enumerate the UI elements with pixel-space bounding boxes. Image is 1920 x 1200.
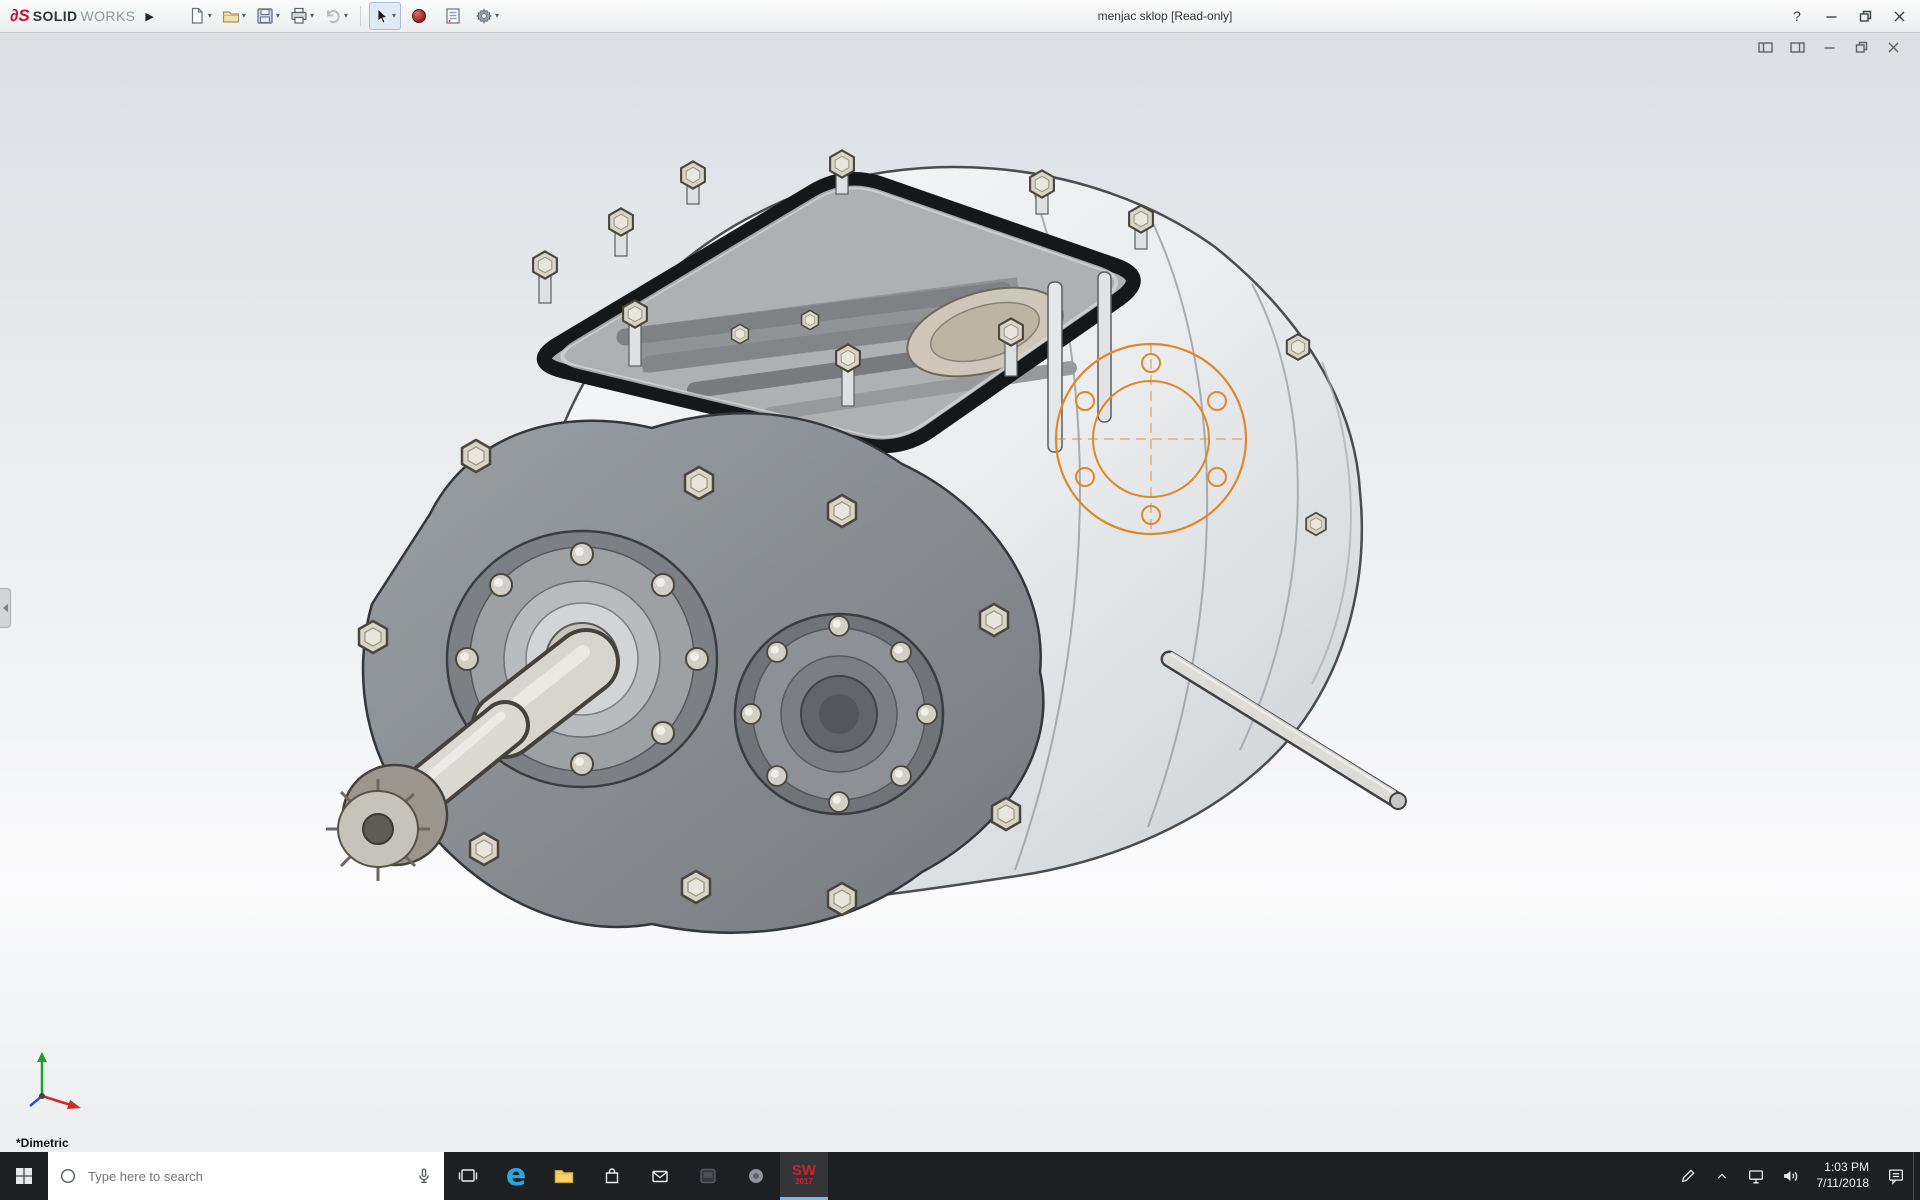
- minimize-button[interactable]: [1814, 3, 1848, 29]
- view-orientation-label: *Dimetric: [16, 1136, 69, 1150]
- ink-workspace-button[interactable]: [1671, 1152, 1705, 1200]
- report-sheet-icon: [446, 8, 460, 24]
- menu-flyout-arrow[interactable]: ▶: [143, 8, 161, 25]
- solidworks-logo: ∂S SOLID WORKS: [0, 6, 143, 26]
- system-tray: 1:03 PM 7/11/2018: [1671, 1152, 1920, 1200]
- new-document-caret-icon: ▾: [207, 11, 212, 20]
- print-button[interactable]: ▾: [286, 2, 318, 30]
- microphone-icon[interactable]: [414, 1166, 434, 1186]
- select-tool-caret-icon: ▾: [391, 11, 396, 20]
- store-icon: [605, 1168, 619, 1184]
- report-button[interactable]: [437, 2, 469, 30]
- mail-button[interactable]: [636, 1152, 684, 1200]
- window-controls: ?: [1780, 0, 1916, 32]
- pinned-app-icon-2: [749, 1169, 763, 1183]
- pen-icon: [1681, 1169, 1695, 1183]
- volume-button[interactable]: [1773, 1152, 1807, 1200]
- open-document-button[interactable]: ▾: [218, 2, 250, 30]
- doc-restore-icon: [1855, 41, 1867, 53]
- undo-icon: [326, 10, 340, 24]
- orientation-triad[interactable]: [18, 1048, 88, 1118]
- solidworks-taskbar-button[interactable]: SW 2017: [780, 1152, 828, 1200]
- appearance-button[interactable]: [403, 2, 435, 30]
- solidworks-app-icon: SW: [791, 1162, 817, 1179]
- windows-logo-icon: [16, 1168, 32, 1184]
- print-icon: [291, 7, 307, 24]
- undo-caret-icon: ▾: [343, 11, 348, 20]
- graphics-area[interactable]: *Dimetric: [0, 32, 1920, 1152]
- select-tool-button[interactable]: ▾: [368, 2, 401, 30]
- file-explorer-icon: [554, 1170, 574, 1184]
- solidworks-year-label: 2017: [795, 1177, 813, 1186]
- options-button[interactable]: ▾: [471, 2, 503, 30]
- pane-left-button[interactable]: [1752, 37, 1778, 57]
- new-document-icon: [191, 7, 203, 24]
- search-input[interactable]: [86, 1167, 406, 1185]
- pane-right-icon: [1789, 41, 1805, 53]
- new-document-button[interactable]: ▾: [184, 2, 216, 30]
- close-button[interactable]: [1882, 3, 1916, 29]
- edge-button[interactable]: e: [492, 1152, 540, 1200]
- ds-logo-icon: ∂S: [10, 6, 30, 25]
- minimize-icon: [1826, 15, 1836, 18]
- speaker-icon: [1783, 1171, 1797, 1181]
- save-icon: [257, 8, 273, 24]
- task-view-button[interactable]: [444, 1152, 492, 1200]
- inspection-cover[interactable]: [733, 612, 945, 816]
- pinned-app-icon-1: [700, 1168, 716, 1184]
- titlebar: ∂S SOLID WORKS ▶ ▾ ▾ ▾ ▾ ▾ ▾ ▾ menjac sk…: [0, 0, 1920, 33]
- close-icon: [1894, 11, 1904, 21]
- pinned-app-button-1[interactable]: [684, 1152, 732, 1200]
- pinned-app-button-2[interactable]: [732, 1152, 780, 1200]
- appearance-sphere-icon: [411, 9, 426, 23]
- taskbar-clock[interactable]: 1:03 PM 7/11/2018: [1807, 1152, 1880, 1200]
- standard-toolbar: ▾ ▾ ▾ ▾ ▾ ▾ ▾: [184, 2, 503, 30]
- brand-name-light: WORKS: [80, 8, 136, 24]
- restore-button[interactable]: [1848, 3, 1882, 29]
- action-center-button[interactable]: [1879, 1152, 1913, 1200]
- hidden-icons-button[interactable]: [1705, 1152, 1739, 1200]
- mail-icon: [652, 1170, 668, 1183]
- cortana-search-icon: [60, 1168, 76, 1184]
- save-caret-icon: ▾: [275, 11, 280, 20]
- pane-left-icon: [1757, 41, 1773, 53]
- doc-restore-button[interactable]: [1848, 37, 1874, 57]
- brand-name-bold: SOLID: [32, 8, 78, 24]
- network-icon: [1748, 1170, 1763, 1184]
- spline-coupler[interactable]: [326, 763, 449, 881]
- open-document-caret-icon: ▾: [241, 11, 246, 20]
- start-button[interactable]: [0, 1152, 48, 1200]
- document-title: menjac sklop [Read-only]: [1097, 9, 1233, 23]
- action-center-icon: [1889, 1169, 1903, 1185]
- print-caret-icon: ▾: [309, 11, 314, 20]
- edge-icon: e: [505, 1158, 527, 1193]
- document-window-controls: [1752, 37, 1906, 57]
- options-caret-icon: ▾: [494, 11, 499, 20]
- store-button[interactable]: [588, 1152, 636, 1200]
- network-button[interactable]: [1739, 1152, 1773, 1200]
- doc-minimize-icon: [1824, 46, 1834, 49]
- windows-taskbar: e SW 2017: [0, 1152, 1920, 1200]
- save-button[interactable]: ▾: [252, 2, 284, 30]
- taskbar-search[interactable]: [48, 1152, 444, 1200]
- pane-right-button[interactable]: [1784, 37, 1810, 57]
- toolbar-separator: [359, 6, 361, 26]
- model-3d-view[interactable]: [0, 32, 1920, 1152]
- show-desktop-button[interactable]: [1913, 1152, 1920, 1200]
- chevron-up-icon: [1717, 1173, 1726, 1179]
- gear-icon: [476, 8, 492, 24]
- select-cursor-icon: [377, 8, 388, 24]
- task-view-icon: [458, 1169, 478, 1182]
- doc-minimize-button[interactable]: [1816, 37, 1842, 57]
- clock-date: 7/11/2018: [1816, 1176, 1870, 1190]
- open-folder-icon: [222, 11, 240, 23]
- clock-time: 1:03 PM: [1824, 1160, 1869, 1175]
- help-button[interactable]: ?: [1780, 3, 1814, 29]
- solidworks-window: ∂S SOLID WORKS ▶ ▾ ▾ ▾ ▾ ▾ ▾ ▾ menjac sk…: [0, 0, 1920, 1200]
- restore-icon: [1859, 10, 1871, 22]
- doc-close-icon: [1888, 42, 1898, 52]
- doc-close-button[interactable]: [1880, 37, 1906, 57]
- file-explorer-button[interactable]: [540, 1152, 588, 1200]
- undo-button[interactable]: ▾: [320, 2, 352, 30]
